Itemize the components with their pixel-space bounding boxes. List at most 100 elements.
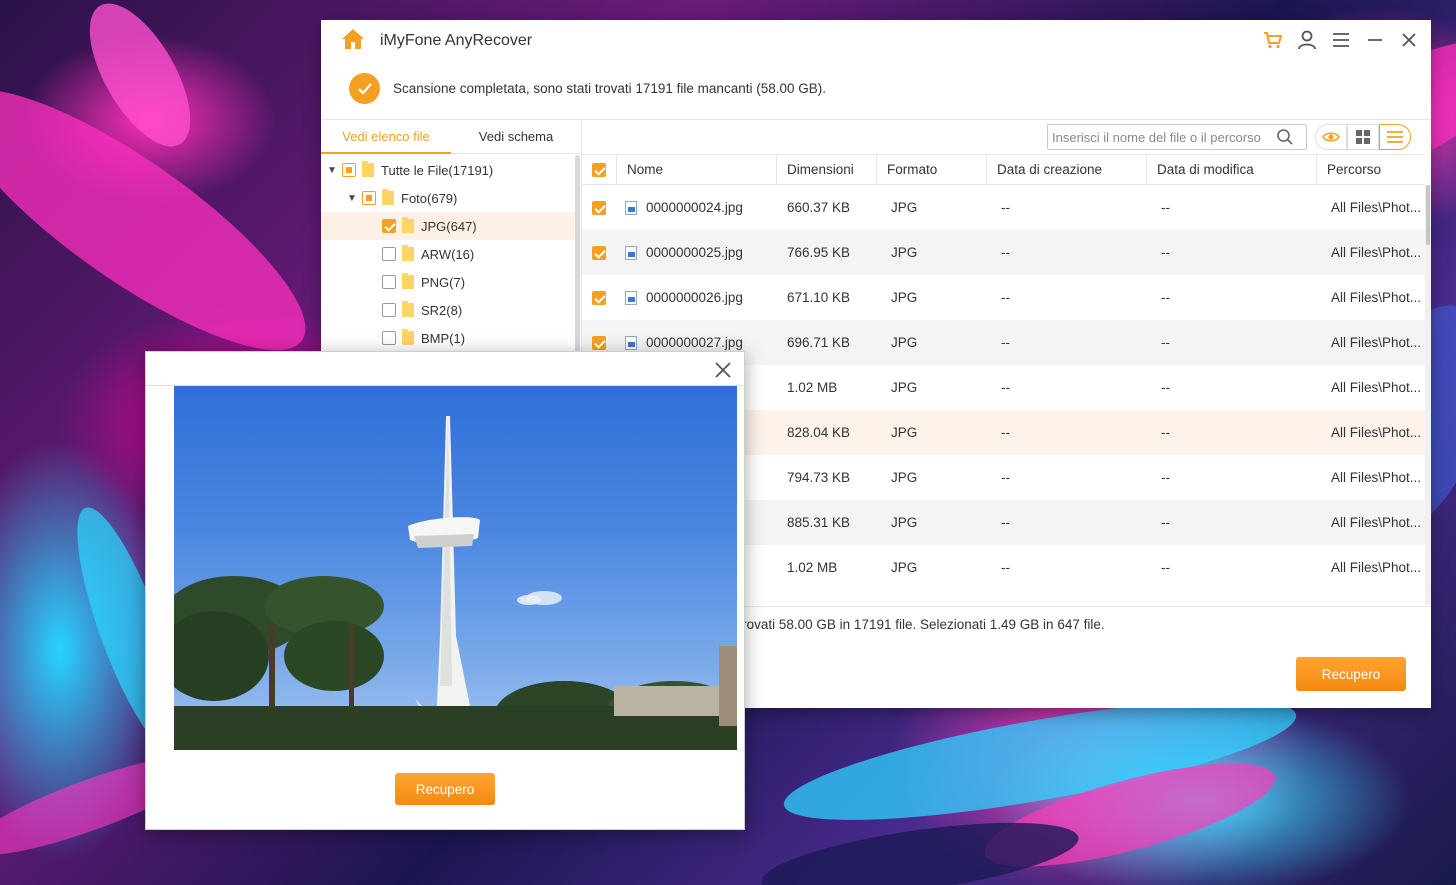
tree-item-bmp[interactable]: BMP(1) [382, 324, 575, 352]
tree-item-png[interactable]: PNG(7) [382, 268, 575, 296]
row-checkbox[interactable] [592, 335, 606, 350]
chevron-down-icon[interactable]: ▼ [347, 193, 359, 204]
search-box [1047, 124, 1307, 150]
chevron-down-icon[interactable]: ▼ [327, 165, 339, 176]
column-header-created[interactable]: Data di creazione [987, 154, 1147, 185]
menu-icon[interactable] [1329, 28, 1353, 52]
preview-view-button[interactable] [1315, 124, 1347, 150]
folder-icon [382, 189, 394, 205]
file-created: -- [1001, 470, 1010, 485]
column-header-modified[interactable]: Data di modifica [1147, 154, 1317, 185]
file-path: All Files\Phot... [1331, 560, 1422, 575]
home-icon[interactable] [341, 28, 365, 50]
status-message: Scansione completata, sono stati trovati… [393, 81, 826, 96]
tree-item-all-files[interactable]: ▼ Tutte le File(17191) [327, 156, 575, 184]
file-format: JPG [891, 245, 918, 260]
file-size: 1.02 MB [787, 560, 838, 575]
checkbox[interactable] [342, 163, 356, 177]
file-format: JPG [891, 470, 918, 485]
file-modified: -- [1161, 290, 1170, 305]
checkbox[interactable] [382, 303, 396, 317]
file-created: -- [1001, 290, 1010, 305]
file-path: All Files\Phot... [1331, 290, 1422, 305]
list-icon [1387, 131, 1403, 143]
file-created: -- [1001, 515, 1010, 530]
image-file-icon [625, 290, 637, 305]
checkbox[interactable] [382, 247, 396, 261]
file-format: JPG [891, 515, 918, 530]
file-name: 0000000025.jpg [646, 245, 743, 260]
file-created: -- [1001, 200, 1010, 215]
image-file-icon [625, 335, 637, 350]
grid-icon [1356, 130, 1370, 144]
column-header-name[interactable]: Nome [617, 154, 777, 185]
recover-button[interactable]: Recupero [1296, 657, 1406, 691]
file-path: All Files\Phot... [1331, 380, 1422, 395]
search-icon[interactable] [1276, 128, 1294, 146]
table-row[interactable]: 0000000026.jpg 671.10 KB JPG -- -- All Files\… [582, 275, 1425, 320]
preview-recover-button[interactable]: Recupero [395, 773, 495, 805]
column-header-path[interactable]: Percorso [1317, 154, 1425, 185]
checkbox[interactable] [362, 191, 376, 205]
tree-item-label: Tutte le File(17191) [381, 162, 494, 178]
list-view-button[interactable] [1379, 124, 1411, 150]
file-name: 0000000026.jpg [646, 290, 743, 305]
check-icon [349, 73, 380, 104]
search-input[interactable] [1048, 126, 1276, 148]
file-modified: -- [1161, 425, 1170, 440]
checkbox[interactable] [382, 331, 396, 345]
file-size: 671.10 KB [787, 290, 851, 305]
checkbox[interactable] [382, 219, 396, 233]
tree-item-label: ARW(16) [421, 246, 475, 262]
tab-schema[interactable]: Vedi schema [451, 120, 581, 153]
folder-icon [362, 161, 374, 177]
minimize-icon[interactable] [1363, 28, 1387, 52]
file-path: All Files\Phot... [1331, 200, 1422, 215]
file-size: 696.71 KB [787, 335, 851, 350]
folder-icon [402, 245, 414, 261]
file-format: JPG [891, 335, 918, 350]
file-path: All Files\Phot... [1331, 470, 1422, 485]
tree-item-jpg[interactable]: JPG(647) [321, 212, 575, 240]
tree-item-label: JPG(647) [421, 218, 477, 234]
file-modified: -- [1161, 380, 1170, 395]
close-icon[interactable] [1397, 28, 1421, 52]
image-file-icon [625, 245, 637, 260]
tree-item-arw[interactable]: ARW(16) [382, 240, 575, 268]
file-created: -- [1001, 425, 1010, 440]
column-header-size[interactable]: Dimensioni [777, 154, 877, 185]
file-size: 766.95 KB [787, 245, 851, 260]
select-all-cell [582, 154, 617, 185]
tree-item-foto[interactable]: ▼ Foto(679) [347, 184, 575, 212]
tree-item-sr2[interactable]: SR2(8) [382, 296, 575, 324]
file-format: JPG [891, 380, 918, 395]
row-checkbox[interactable] [592, 200, 606, 215]
select-all-checkbox[interactable] [592, 162, 606, 177]
table-row[interactable]: 0000000025.jpg 766.95 KB JPG -- -- All Files\… [582, 230, 1425, 275]
table-row[interactable]: 0000000024.jpg 660.37 KB JPG -- -- All Files\… [582, 185, 1425, 230]
file-created: -- [1001, 335, 1010, 350]
file-format: JPG [891, 290, 918, 305]
tree-scrollbar[interactable] [575, 155, 580, 355]
column-header-format[interactable]: Formato [877, 154, 987, 185]
cart-icon[interactable] [1261, 28, 1285, 52]
file-size: 1.02 MB [787, 380, 838, 395]
row-checkbox[interactable] [592, 245, 606, 260]
app-title: iMyFone AnyRecover [380, 32, 533, 49]
user-icon[interactable] [1295, 28, 1319, 52]
checkbox[interactable] [382, 275, 396, 289]
grid-view-button[interactable] [1347, 124, 1379, 150]
tab-file-list[interactable]: Vedi elenco file [321, 120, 451, 154]
close-icon[interactable] [714, 361, 732, 379]
file-path: All Files\Phot... [1331, 245, 1422, 260]
tree-item-label: Foto(679) [401, 190, 458, 206]
file-modified: -- [1161, 515, 1170, 530]
table-scrollbar[interactable] [1425, 185, 1431, 605]
row-checkbox[interactable] [592, 290, 606, 305]
file-modified: -- [1161, 335, 1170, 350]
file-size: 828.04 KB [787, 425, 851, 440]
scan-status: Scansione completata, sono stati trovati… [349, 73, 826, 104]
file-size: 885.31 KB [787, 515, 851, 530]
file-name: 0000000027.jpg [646, 335, 743, 350]
file-format: JPG [891, 200, 918, 215]
